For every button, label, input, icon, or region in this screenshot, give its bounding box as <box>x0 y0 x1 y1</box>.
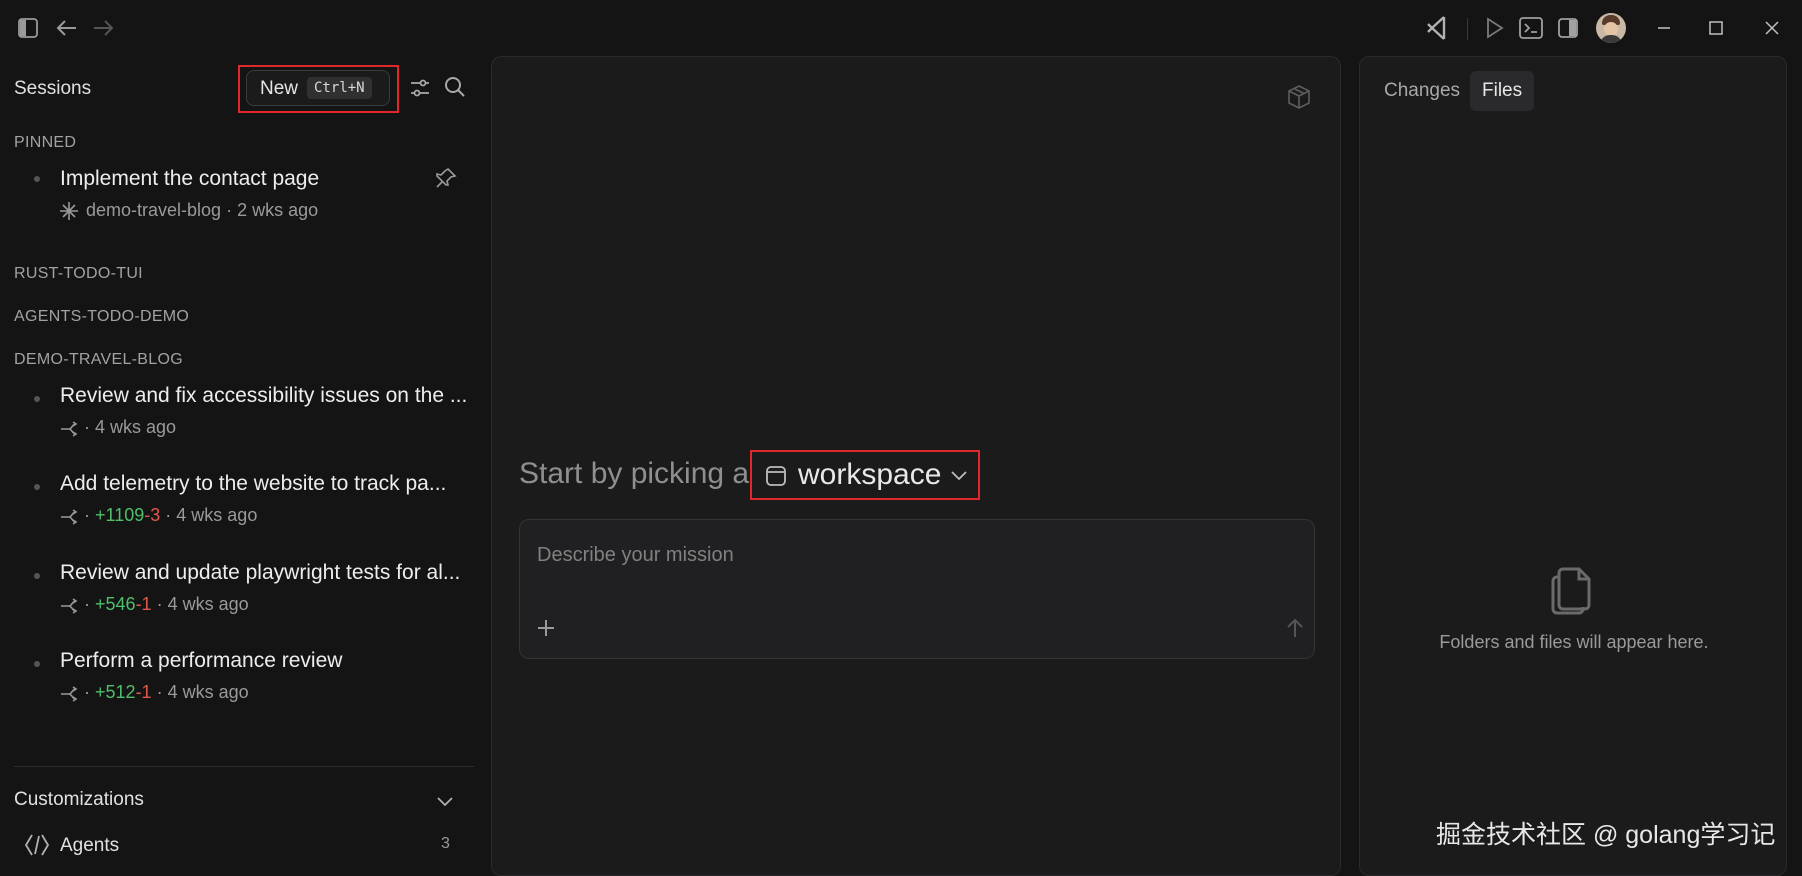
forward-arrow-icon[interactable] <box>90 16 116 40</box>
session-time: 4 wks ago <box>167 682 249 702</box>
lines-added: +546 <box>95 594 136 614</box>
pinned-session-item[interactable]: Implement the contact page demo-travel-b… <box>0 166 480 236</box>
mission-placeholder: Describe your mission <box>537 544 734 566</box>
lines-removed: -1 <box>135 594 152 614</box>
branch-icon <box>60 420 80 438</box>
session-time: 4 wks ago <box>95 417 177 437</box>
session-time: 4 wks ago <box>167 594 249 614</box>
back-arrow-icon[interactable] <box>54 16 80 40</box>
tab-changes[interactable]: Changes <box>1372 71 1472 111</box>
workspace-label: workspace <box>798 458 942 491</box>
cube-icon[interactable] <box>1286 84 1312 110</box>
sidebar-divider <box>14 766 474 767</box>
meta-separator: · <box>156 682 163 702</box>
session-title: Perform a performance review <box>60 649 343 672</box>
customizations-title[interactable]: Customizations <box>14 789 144 811</box>
add-icon[interactable] <box>534 616 558 640</box>
agents-count: 3 <box>441 835 450 852</box>
lines-removed: -1 <box>135 682 152 702</box>
toggle-panel-icon[interactable] <box>1556 16 1580 40</box>
send-arrow-icon[interactable] <box>1284 616 1306 640</box>
sparkle-icon <box>59 201 79 221</box>
meta-separator: · <box>84 505 90 525</box>
pin-icon[interactable] <box>434 166 458 190</box>
maximize-icon[interactable] <box>1704 16 1728 40</box>
filter-icon[interactable] <box>408 76 432 100</box>
meta-separator: · <box>84 594 90 614</box>
session-item[interactable]: Perform a performance review · +512-1 · … <box>0 649 480 719</box>
meta-separator: · <box>226 200 233 220</box>
agents-icon <box>24 832 50 858</box>
session-dot <box>34 661 40 667</box>
lines-removed: -3 <box>144 505 161 525</box>
session-title: Review and fix accessibility issues on t… <box>60 384 468 407</box>
chevron-down-icon[interactable] <box>434 790 456 812</box>
branch-icon <box>60 508 80 526</box>
vscode-logo-icon <box>1424 14 1452 42</box>
branch-icon <box>60 685 80 703</box>
session-meta: demo-travel-blog · 2 wks ago <box>86 200 318 221</box>
lines-added: +512 <box>95 682 136 702</box>
session-meta: · +512-1 · 4 wks ago <box>84 682 249 703</box>
session-meta: · +1109-3 · 4 wks ago <box>84 505 257 526</box>
session-item[interactable]: Add telemetry to the website to track pa… <box>0 472 480 542</box>
meta-separator: · <box>165 505 172 525</box>
sessions-title: Sessions <box>14 78 92 99</box>
meta-separator: · <box>156 594 163 614</box>
session-item[interactable]: Review and update playwright tests for a… <box>0 561 480 631</box>
pinned-section-header: PINNED <box>14 134 77 151</box>
session-meta: · 4 wks ago <box>84 417 176 438</box>
session-time: 2 wks ago <box>237 200 319 220</box>
session-title: Review and update playwright tests for a… <box>60 561 461 584</box>
chevron-down-icon <box>948 464 970 486</box>
run-icon[interactable] <box>1482 16 1506 40</box>
session-dot <box>34 396 40 402</box>
branch-icon <box>60 597 80 615</box>
avatar[interactable] <box>1596 13 1626 43</box>
session-meta: · +546-1 · 4 wks ago <box>84 594 249 615</box>
start-prompt-text: Start by picking a <box>519 457 750 490</box>
session-dot <box>34 484 40 490</box>
session-repo: demo-travel-blog <box>86 200 222 220</box>
title-bar <box>0 0 1802 56</box>
group-header-agents-todo-demo[interactable]: AGENTS-TODO-DEMO <box>14 308 189 326</box>
session-dot <box>34 176 40 182</box>
toggle-sidebar-icon[interactable] <box>16 16 40 40</box>
group-header-rust-todo-tui[interactable]: RUST-TODO-TUI <box>14 265 143 283</box>
workspace-picker[interactable]: workspace <box>750 450 980 500</box>
session-title: Add telemetry to the website to track pa… <box>60 472 447 495</box>
new-button-highlight <box>238 65 399 113</box>
files-empty-icon <box>1549 563 1595 617</box>
watermark: 掘金技术社区 @ golang学习记 <box>1436 821 1776 849</box>
meta-separator: · <box>84 417 90 437</box>
close-icon[interactable] <box>1760 16 1784 40</box>
mission-input[interactable]: Describe your mission <box>519 519 1315 659</box>
minimize-icon[interactable] <box>1652 16 1676 40</box>
group-header-demo-travel-blog[interactable]: DEMO-TRAVEL-BLOG <box>14 351 183 369</box>
search-icon[interactable] <box>443 75 467 99</box>
workspace-icon <box>764 464 788 488</box>
agents-label[interactable]: Agents <box>60 835 119 857</box>
files-empty-message: Folders and files will appear here. <box>1439 632 1709 652</box>
session-item[interactable]: Review and fix accessibility issues on t… <box>0 384 480 454</box>
sessions-sidebar: Sessions New Ctrl+N PINNED Implement the… <box>0 56 490 871</box>
files-panel: Changes Files Folders and files will app… <box>1359 56 1787 876</box>
titlebar-divider <box>1467 18 1468 40</box>
session-time: 4 wks ago <box>176 505 258 525</box>
session-title: Implement the contact page <box>60 167 320 190</box>
meta-separator: · <box>84 682 90 702</box>
lines-added: +1109 <box>95 505 145 525</box>
chat-panel: Start by picking a workspace Describe yo… <box>491 56 1341 876</box>
tab-files[interactable]: Files <box>1470 71 1535 111</box>
session-dot <box>34 573 40 579</box>
terminal-icon[interactable] <box>1518 16 1544 40</box>
